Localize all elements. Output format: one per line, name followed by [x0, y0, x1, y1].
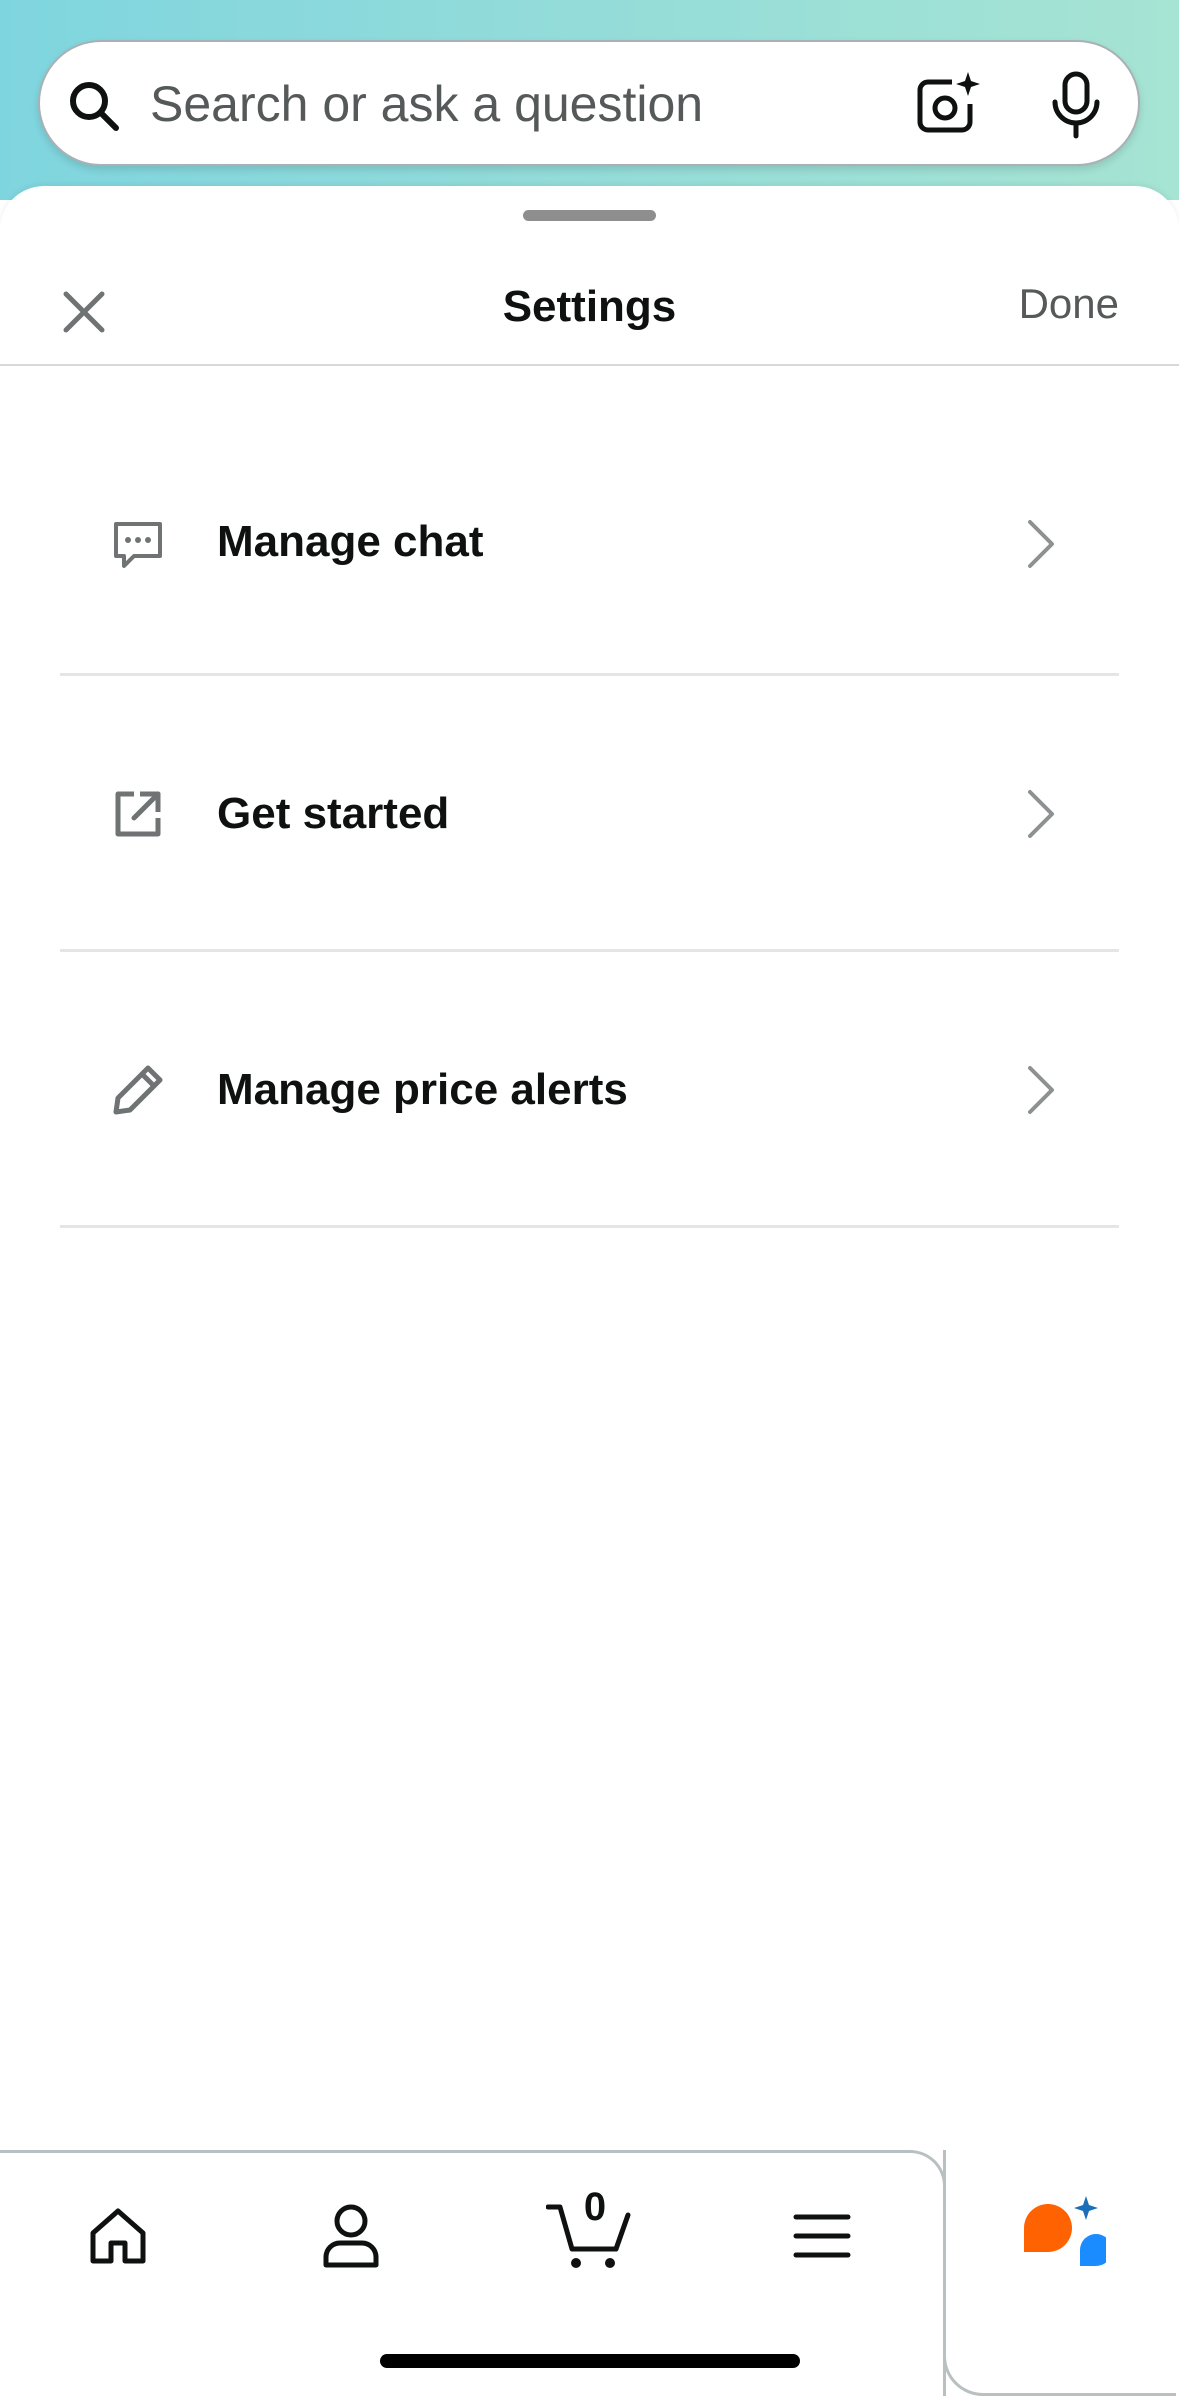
sheet-title: Settings — [502, 282, 677, 331]
nav-account-button[interactable] — [306, 2191, 396, 2281]
chat-bubble-icon — [114, 522, 162, 568]
settings-item-label: Manage chat — [217, 517, 484, 566]
chevron-right-icon — [1028, 1066, 1054, 1114]
camera-icon[interactable] — [912, 70, 982, 140]
nav-cart-button[interactable]: 0 — [542, 2185, 638, 2281]
settings-item-get-started[interactable]: Get started — [60, 676, 1119, 952]
home-icon — [90, 2208, 146, 2264]
rufus-assistant-icon[interactable] — [1016, 2188, 1106, 2278]
settings-item-manage-price-alerts[interactable]: Manage price alerts — [60, 952, 1119, 1228]
pencil-icon — [113, 1065, 163, 1115]
search-bar[interactable] — [38, 40, 1140, 166]
search-icon — [70, 82, 119, 131]
search-input[interactable] — [150, 62, 910, 146]
nav-menu-button[interactable] — [777, 2191, 867, 2281]
settings-item-manage-chat[interactable]: Manage chat — [60, 366, 1119, 676]
rufus-tab[interactable] — [943, 2150, 1176, 2396]
cart-count-badge: 0 — [583, 2185, 607, 2229]
menu-icon — [793, 2214, 851, 2258]
external-link-icon — [115, 791, 161, 837]
done-button[interactable]: Done — [1019, 280, 1119, 328]
microphone-icon[interactable] — [1046, 70, 1106, 140]
sheet-grabber[interactable] — [523, 210, 656, 221]
chevron-right-icon — [1028, 790, 1054, 838]
chevron-right-icon — [1028, 520, 1054, 568]
settings-item-label: Manage price alerts — [217, 1065, 628, 1114]
account-icon — [323, 2204, 379, 2268]
home-indicator — [380, 2354, 800, 2368]
nav-home-button[interactable] — [73, 2191, 163, 2281]
settings-item-label: Get started — [217, 789, 450, 838]
settings-list: Manage chat Get started Manage price ale… — [60, 366, 1119, 1228]
